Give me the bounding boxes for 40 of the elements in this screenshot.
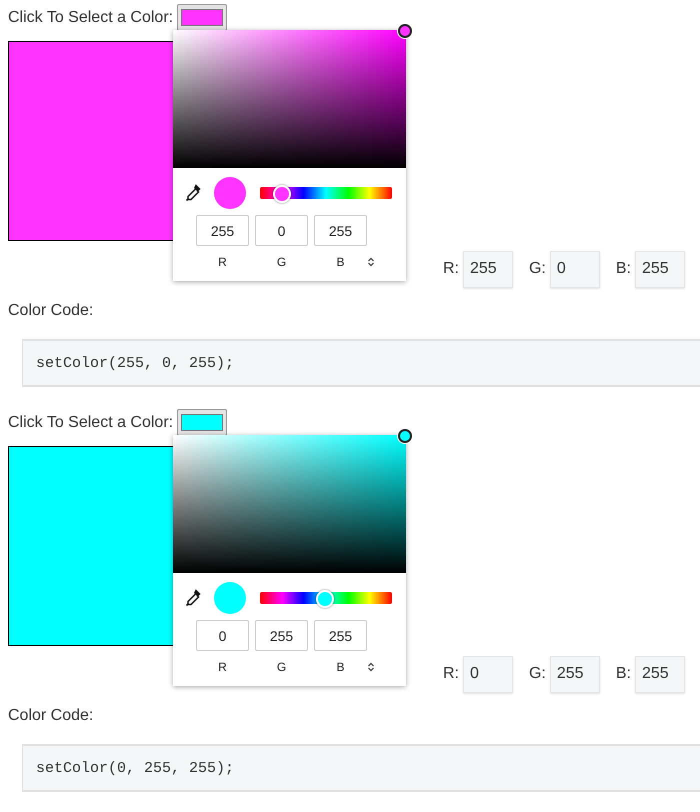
channel-input[interactable]: 255 <box>196 215 249 246</box>
code-block: setColor(255, 0, 255); <box>22 339 700 387</box>
channel-label: R <box>217 660 228 674</box>
value-field[interactable]: 0 <box>550 250 600 288</box>
picker-cursor[interactable] <box>398 24 412 38</box>
field-label: R: <box>442 665 459 683</box>
channel-input[interactable]: 0 <box>255 215 308 246</box>
channel-input[interactable]: 255 <box>314 215 367 246</box>
value-field[interactable]: 255 <box>635 250 685 288</box>
color-swatch-button[interactable] <box>177 4 228 31</box>
prompt-label: Click To Select a Color: <box>8 8 174 26</box>
channel-label: G <box>276 255 288 269</box>
slider-thumb[interactable] <box>316 590 334 608</box>
field-label: R: <box>442 260 459 278</box>
color-code-label: Color Code: <box>8 302 94 321</box>
slider-thumb[interactable] <box>273 185 292 203</box>
value-field[interactable]: 255 <box>550 656 600 692</box>
value-field[interactable]: 0 <box>462 656 513 692</box>
eyedropper-icon[interactable] <box>185 184 201 202</box>
channel-label: B <box>335 255 346 269</box>
field-label: G: <box>528 665 546 683</box>
channel-label: R <box>217 255 228 269</box>
color-code-label: Color Code: <box>8 707 94 726</box>
field-label: B: <box>616 260 631 278</box>
up-down-chevron-icon[interactable] <box>367 257 375 267</box>
prompt-label: Click To Select a Color: <box>8 414 174 432</box>
field-label: B: <box>616 665 631 683</box>
channel-label: B <box>335 660 346 674</box>
channel-input[interactable]: 255 <box>255 620 308 651</box>
eyedropper-icon[interactable] <box>185 589 201 607</box>
channel-label: G <box>276 660 288 674</box>
value-field[interactable]: 255 <box>635 656 685 692</box>
picker-cursor[interactable] <box>398 429 412 443</box>
up-down-chevron-icon[interactable] <box>367 662 375 672</box>
code-block: setColor(0, 255, 255); <box>22 744 700 792</box>
color-swatch-button[interactable] <box>177 409 228 436</box>
channel-input[interactable]: 0 <box>196 620 249 651</box>
field-label: G: <box>528 260 546 278</box>
channel-input[interactable]: 255 <box>314 620 367 651</box>
value-field[interactable]: 255 <box>462 250 513 288</box>
